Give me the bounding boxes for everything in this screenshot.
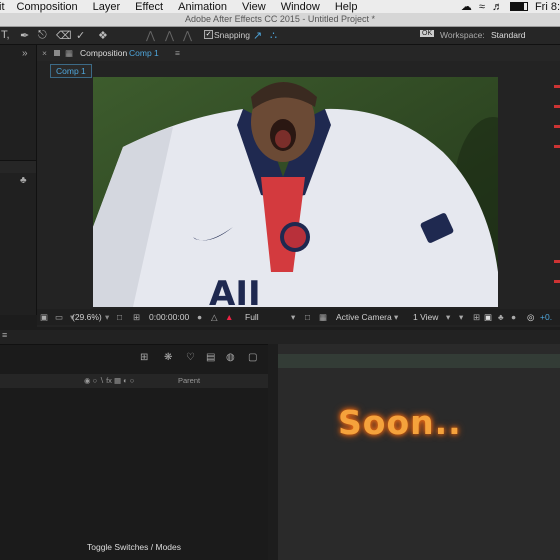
clone-stamp-icon[interactable]: ⎋: [38, 29, 47, 42]
menu-composition[interactable]: Composition: [17, 1, 78, 13]
panel-tab-strip: [0, 161, 36, 173]
sync-icon[interactable]: OK: [420, 30, 435, 37]
clock[interactable]: Fri 8:: [535, 1, 560, 13]
workspace-select[interactable]: Standard: [491, 30, 526, 40]
menu-view[interactable]: View: [242, 1, 266, 13]
menu-animation[interactable]: Animation: [178, 1, 227, 13]
layer-columns-header: ◉ ○ ∖ fx ▦ ◐ ○ Parent: [0, 374, 268, 388]
safe-area-icon[interactable]: □: [117, 309, 122, 325]
panel-splitter[interactable]: [268, 344, 278, 560]
roto-brush-icon[interactable]: ✓: [76, 29, 85, 42]
timeline-switches: ⊞ ❋ ♡ ▤ ◍ ▢: [140, 352, 268, 366]
parent-column-label: Parent: [178, 376, 201, 385]
grid-icon[interactable]: ⊞: [133, 309, 140, 325]
axis-world-icon[interactable]: ⋀: [165, 29, 174, 42]
lock-icon[interactable]: [54, 50, 60, 56]
reset-exposure-icon[interactable]: ●: [511, 309, 516, 325]
soon-overlay-text: Soon..: [338, 403, 462, 442]
exposure-value[interactable]: +0.: [540, 309, 552, 325]
axis-view-icon[interactable]: ⋀: [183, 29, 192, 42]
menu-help[interactable]: Help: [335, 1, 358, 13]
axis-local-icon[interactable]: ⋀: [146, 29, 155, 42]
time-ruler-area[interactable]: [268, 344, 560, 560]
comp-menu-icon[interactable]: ≡: [175, 45, 180, 61]
snap-features-icon[interactable]: ∴: [270, 29, 277, 42]
viewer-controls: ▣ ▭ ▾ (29.6%) ▾ □ ⊞ 0:00:00:00 ● △ ▲ Ful…: [37, 309, 560, 325]
expand-panel-icon[interactable]: »: [22, 48, 28, 59]
workspace-label: Workspace:: [440, 30, 485, 40]
status-icons: ☁ ≈ ♬ Fri 8:: [461, 0, 560, 14]
tools-panel: T, ✒ ⎋ ⌫ ✓ ❖ ⋀ ⋀ ⋀ ✓ Snapping ↗ ∴ OK Wor…: [0, 27, 560, 45]
frame-blend-icon[interactable]: ▤: [206, 352, 215, 363]
motion-blur-icon[interactable]: ◍: [226, 352, 235, 363]
flowchart-view-icon[interactable]: ♣: [498, 309, 504, 325]
work-area-bar[interactable]: [268, 354, 560, 368]
comp-mini-flowchart-icon[interactable]: ⊞: [140, 352, 148, 363]
resolution-arrow-icon[interactable]: ▾: [291, 309, 295, 325]
timeline-header: ≡: [0, 330, 560, 345]
battery-icon[interactable]: [509, 2, 528, 11]
project-panel: » ♣: [0, 45, 37, 315]
snapping-checkbox[interactable]: ✓: [204, 30, 213, 39]
camera-select[interactable]: Active Camera: [336, 309, 392, 325]
snap-edges-icon[interactable]: ↗: [253, 29, 262, 42]
puppet-pin-icon[interactable]: ❖: [98, 29, 108, 42]
graph-editor-icon[interactable]: ▢: [248, 352, 257, 363]
monitor-icon[interactable]: ▭: [55, 309, 63, 325]
always-preview-icon[interactable]: ▣: [40, 309, 48, 325]
eraser-tool-icon[interactable]: ⌫: [56, 29, 72, 42]
player-frame-image: AII: [93, 77, 498, 307]
av-features-icons[interactable]: ◉ ○ ∖ fx ▦ ◐ ○: [84, 374, 134, 388]
fast-preview-icon[interactable]: ⊞: [473, 309, 480, 325]
channel-icon[interactable]: ▲: [225, 309, 233, 325]
menu-edit[interactable]: it: [0, 1, 5, 13]
composition-viewer[interactable]: AII: [93, 77, 498, 307]
shy-icon[interactable]: ♡: [186, 352, 195, 363]
composition-panel-header: × ▦ Composition Comp 1 ≡: [37, 45, 560, 61]
timeline-icon[interactable]: ▣: [484, 309, 492, 325]
reset-exposure-circle-icon[interactable]: ◎: [527, 309, 534, 325]
brush-tool-icon[interactable]: ✒: [20, 29, 29, 42]
show-snapshot-icon[interactable]: △: [211, 309, 218, 325]
composition-name[interactable]: Comp 1: [129, 45, 159, 61]
timeline-menu-icon[interactable]: ≡: [2, 330, 7, 340]
type-tool-icon[interactable]: T,: [1, 29, 10, 41]
right-panel-edge: [554, 80, 560, 283]
svg-text:AII: AII: [209, 274, 261, 307]
toggle-pixel-icon[interactable]: ▾: [459, 309, 463, 325]
resolution-select[interactable]: Full: [245, 309, 259, 325]
app-title: Adobe After Effects CC 2015 - Untitled P…: [0, 13, 560, 27]
composition-panel: × ▦ Composition Comp 1 ≡ Comp 1 AII ▣ ▭ …: [37, 45, 560, 327]
menu-effect[interactable]: Effect: [135, 1, 163, 13]
timecode[interactable]: 0:00:00:00: [149, 309, 189, 325]
transparency-grid-icon[interactable]: ▦: [319, 309, 327, 325]
close-icon[interactable]: ×: [42, 45, 47, 61]
zoom-arrow-icon[interactable]: ▾: [105, 309, 109, 325]
wifi-icon[interactable]: ≈: [479, 1, 485, 13]
snapshot-icon[interactable]: ●: [197, 309, 202, 325]
views-arrow-icon[interactable]: ▾: [446, 309, 450, 325]
region-icon[interactable]: □: [305, 309, 310, 325]
menu-layer[interactable]: Layer: [93, 1, 121, 13]
flowchart-icon[interactable]: ♣: [20, 175, 27, 186]
cloud-icon[interactable]: ☁: [461, 0, 472, 13]
zoom-level[interactable]: (29.6%): [72, 309, 102, 325]
composition-label: Composition: [80, 48, 128, 58]
camera-arrow-icon[interactable]: ▾: [394, 309, 398, 325]
panel-menu-icon[interactable]: ▦: [65, 45, 73, 61]
toggle-switches-modes[interactable]: Toggle Switches / Modes: [0, 539, 268, 555]
views-select[interactable]: 1 View: [413, 309, 438, 325]
menu-window[interactable]: Window: [281, 1, 320, 13]
volume-icon[interactable]: ♬: [492, 1, 503, 13]
draft-3d-icon[interactable]: ❋: [164, 352, 172, 363]
tab-comp-1[interactable]: Comp 1: [50, 64, 92, 78]
timeline-panel: ≡ ⊞ ❋ ♡ ▤ ◍ ▢ ◉ ○ ∖ fx ▦ ◐ ○ Parent: [0, 330, 560, 560]
snapping-label: Snapping: [214, 30, 250, 40]
